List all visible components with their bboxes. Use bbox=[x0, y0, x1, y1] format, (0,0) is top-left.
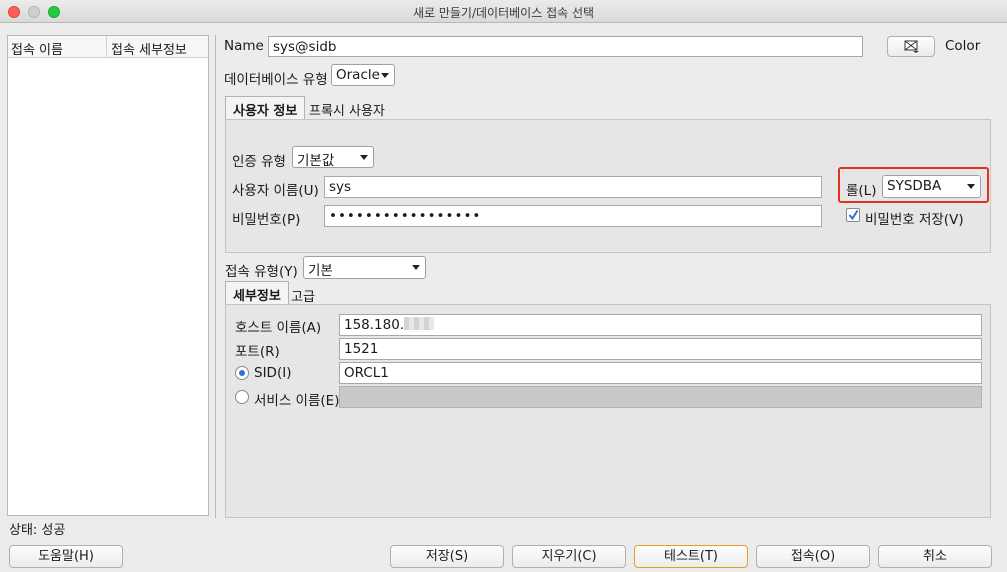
color-label: Color bbox=[945, 38, 981, 54]
username-label: 사용자 이름(U) bbox=[232, 183, 319, 199]
color-picker-button[interactable] bbox=[887, 36, 935, 57]
password-label: 비밀번호(P) bbox=[232, 212, 301, 228]
cancel-button[interactable]: 취소 bbox=[878, 545, 992, 568]
password-input[interactable]: ••••••••••••••••• bbox=[324, 205, 822, 227]
help-button[interactable]: 도움말(H) bbox=[9, 545, 123, 568]
chevron-down-icon bbox=[412, 265, 420, 270]
port-input[interactable]: 1521 bbox=[339, 338, 982, 360]
auth-type-label: 인증 유형 bbox=[232, 154, 286, 170]
chevron-down-icon bbox=[381, 73, 389, 78]
details-panel bbox=[225, 304, 991, 518]
conn-type-value: 기본 bbox=[308, 263, 333, 279]
connection-list-header: 접속 이름 접속 세부정보 bbox=[8, 36, 208, 58]
clear-button[interactable]: 지우기(C) bbox=[512, 545, 626, 568]
tab-proxy-user[interactable]: 프록시 사용자 bbox=[309, 100, 385, 119]
auth-type-value: 기본값 bbox=[297, 153, 335, 169]
title-bar: 새로 만들기/데이터베이스 접속 선택 bbox=[0, 0, 1007, 23]
tab-advanced[interactable]: 고급 bbox=[291, 286, 315, 305]
conn-type-select[interactable]: 기본 bbox=[303, 256, 426, 279]
connection-list[interactable]: 접속 이름 접속 세부정보 bbox=[7, 35, 209, 516]
window-title: 새로 만들기/데이터베이스 접속 선택 bbox=[412, 6, 595, 20]
color-swatch-icon bbox=[904, 40, 919, 53]
column-header-connection-details[interactable]: 접속 세부정보 bbox=[111, 39, 187, 58]
chevron-down-icon bbox=[360, 155, 368, 160]
chevron-down-icon bbox=[967, 184, 975, 189]
checkmark-icon bbox=[848, 209, 859, 221]
sid-radio[interactable] bbox=[235, 366, 249, 380]
username-input[interactable]: sys bbox=[324, 176, 822, 198]
tab-user-info[interactable]: 사용자 정보 bbox=[225, 96, 306, 120]
role-value: SYSDBA bbox=[887, 178, 942, 194]
test-button[interactable]: 테스트(T) bbox=[634, 545, 748, 568]
sid-label[interactable]: SID(I) bbox=[254, 365, 291, 381]
status-text: 상태: 성공 bbox=[9, 523, 66, 538]
redacted-block bbox=[404, 317, 435, 330]
host-value: 158.180. bbox=[344, 317, 405, 333]
connect-button[interactable]: 접속(O) bbox=[756, 545, 870, 568]
conn-type-label: 접속 유형(Y) bbox=[225, 264, 298, 280]
host-label: 호스트 이름(A) bbox=[235, 320, 322, 336]
save-button[interactable]: 저장(S) bbox=[390, 545, 504, 568]
column-divider[interactable] bbox=[106, 36, 107, 58]
splitter[interactable] bbox=[215, 35, 216, 518]
save-password-checkbox[interactable] bbox=[846, 208, 860, 222]
column-header-connection-name[interactable]: 접속 이름 bbox=[11, 39, 63, 58]
host-input[interactable]: 158.180. bbox=[339, 314, 982, 336]
save-password-label[interactable]: 비밀번호 저장(V) bbox=[865, 208, 964, 228]
name-label: Name bbox=[224, 38, 264, 54]
radio-selected-dot bbox=[239, 370, 245, 376]
name-input[interactable]: sys@sidb bbox=[268, 36, 863, 57]
role-label: 롤(L) bbox=[846, 183, 877, 199]
auth-type-select[interactable]: 기본값 bbox=[292, 146, 374, 169]
service-name-input bbox=[339, 386, 982, 408]
sid-input[interactable]: ORCL1 bbox=[339, 362, 982, 384]
db-type-select[interactable]: Oracle bbox=[331, 64, 395, 86]
port-label: 포트(R) bbox=[235, 344, 280, 360]
service-name-radio[interactable] bbox=[235, 390, 249, 404]
tab-details[interactable]: 세부정보 bbox=[225, 281, 289, 305]
service-name-label[interactable]: 서비스 이름(E) bbox=[254, 389, 339, 409]
role-select[interactable]: SYSDBA bbox=[882, 175, 981, 198]
db-type-value: Oracle bbox=[336, 67, 380, 83]
db-type-label: 데이터베이스 유형 bbox=[224, 72, 328, 88]
